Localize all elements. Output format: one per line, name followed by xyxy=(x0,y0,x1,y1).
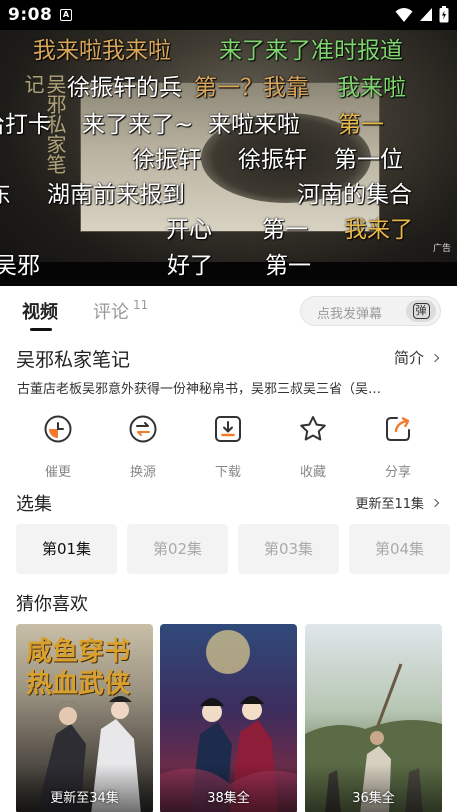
recommend-card[interactable]: 咸鱼穿书 热血武侠 更新至34集 xyxy=(16,624,153,812)
danmaku-comment: 河南的集合 xyxy=(297,182,412,208)
intro-link[interactable]: 简介 xyxy=(393,347,440,368)
tab-comment-label: 评论 xyxy=(93,302,129,323)
chevron-right-icon xyxy=(430,353,440,362)
share-button[interactable]: 分享 xyxy=(358,410,438,480)
danmaku-comment: 吴邪 xyxy=(0,253,40,279)
episode-item[interactable]: 第01集 xyxy=(16,524,117,574)
danmaku-input[interactable]: 点我发弹幕 弹 xyxy=(300,296,441,326)
recommend-caption: 38集全 xyxy=(207,791,250,806)
chevron-right-icon xyxy=(430,498,440,507)
download-icon xyxy=(215,416,241,442)
danmaku-comment: 第一位 xyxy=(334,147,403,173)
app-screen: 9:08 A 吴邪私家笔记 广告 我来啦我来啦 来了来了准时报道徐振轩的兵 第一？我… xyxy=(0,0,457,812)
recommend-card[interactable]: 38集全 xyxy=(160,624,297,812)
clock-icon xyxy=(44,415,72,443)
danmaku-comment: 第一 xyxy=(265,253,311,279)
recommend-poster-title: 咸鱼穿书 热血武侠 xyxy=(26,637,140,699)
danmaku-comment: 来了来了~ xyxy=(82,112,194,138)
video-ad-tag: 广告 xyxy=(432,244,451,254)
intro-label: 简介 xyxy=(393,349,424,367)
danmaku-comment: 第一 xyxy=(338,112,384,138)
cell-signal-icon xyxy=(420,8,432,21)
episode-item[interactable]: 第04集 xyxy=(349,524,450,574)
danmaku-comment: 我来啦 xyxy=(337,75,406,101)
status-icons xyxy=(395,6,449,23)
action-bar: 催更 换源 下载 收藏 分享 xyxy=(0,410,457,480)
switch-source-icon xyxy=(129,415,157,443)
danmaku-comment: 来了来了准时报道 xyxy=(219,38,403,64)
episode-item[interactable]: 第03集 xyxy=(238,524,339,574)
danmaku-comment: 给打卡 xyxy=(0,112,51,138)
danmaku-comment: 第一？我靠 xyxy=(194,75,309,101)
action-label: 下载 xyxy=(214,465,241,480)
danmaku-comment: 徐振轩 xyxy=(238,147,307,173)
episodes-update-text: 更新至11集 xyxy=(355,497,424,512)
danmaku-comment: 东 xyxy=(0,182,11,208)
show-title: 吴邪私家笔记 xyxy=(16,349,131,371)
action-label: 换源 xyxy=(129,465,156,480)
danmaku-toggle-button[interactable]: 弹 xyxy=(406,300,436,322)
tab-comment[interactable]: 评论 11 xyxy=(93,298,148,324)
show-description[interactable]: 古董店老板吴邪意外获得一份神秘帛书，吴邪三叔吴三省（吴… xyxy=(17,378,437,397)
danmaku-comment: 湖南前来报到 xyxy=(47,182,185,208)
danmaku-comment: 徐振轩 xyxy=(132,147,201,173)
danmaku-comment: 第一 xyxy=(262,217,308,243)
tab-video-indicator xyxy=(30,328,52,331)
danmaku-comment: 好了 xyxy=(167,253,213,279)
favorite-button[interactable]: 收藏 xyxy=(273,410,353,480)
episodes-update-link[interactable]: 更新至11集 xyxy=(355,493,440,512)
danmaku-input-placeholder: 点我发弹幕 xyxy=(317,307,383,322)
recommend-caption: 36集全 xyxy=(352,791,395,806)
episodes-title: 选集 xyxy=(16,494,52,515)
video-letterbox xyxy=(0,262,457,286)
episode-item[interactable]: 第02集 xyxy=(127,524,228,574)
notification-icon: A xyxy=(60,9,72,21)
danmaku-toggle-icon: 弹 xyxy=(412,303,430,319)
status-bar: 9:08 A xyxy=(0,0,457,30)
switch-source-button[interactable]: 换源 xyxy=(103,410,183,480)
action-label: 分享 xyxy=(384,465,411,480)
danmaku-comment: 我来了 xyxy=(344,217,413,243)
action-label: 收藏 xyxy=(299,465,326,480)
remind-update-button[interactable]: 催更 xyxy=(18,410,98,480)
tab-comment-count: 11 xyxy=(133,298,149,312)
recommend-caption: 更新至34集 xyxy=(50,791,119,806)
download-button[interactable]: 下载 xyxy=(188,410,268,480)
danmaku-comment: 徐振轩的兵 xyxy=(67,75,182,101)
share-icon xyxy=(386,417,410,441)
wifi-icon xyxy=(395,7,413,22)
recommend-card[interactable]: 36集全 xyxy=(305,624,442,812)
tab-video[interactable]: 视频 xyxy=(22,298,58,324)
action-label: 催更 xyxy=(44,465,71,480)
danmaku-comment: 开心 xyxy=(166,217,212,243)
video-player[interactable]: 吴邪私家笔记 广告 我来啦我来啦 来了来了准时报道 徐振轩的兵 第一？我靠 我来啦 来了来… xyxy=(0,30,457,286)
status-time: 9:08 xyxy=(8,5,53,25)
battery-icon xyxy=(439,6,449,23)
danmaku-comment: 来啦来啦 xyxy=(208,112,300,138)
danmaku-comment: 我来啦我来啦 xyxy=(33,38,171,64)
recommend-title: 猜你喜欢 xyxy=(16,594,88,615)
star-icon xyxy=(300,416,326,441)
